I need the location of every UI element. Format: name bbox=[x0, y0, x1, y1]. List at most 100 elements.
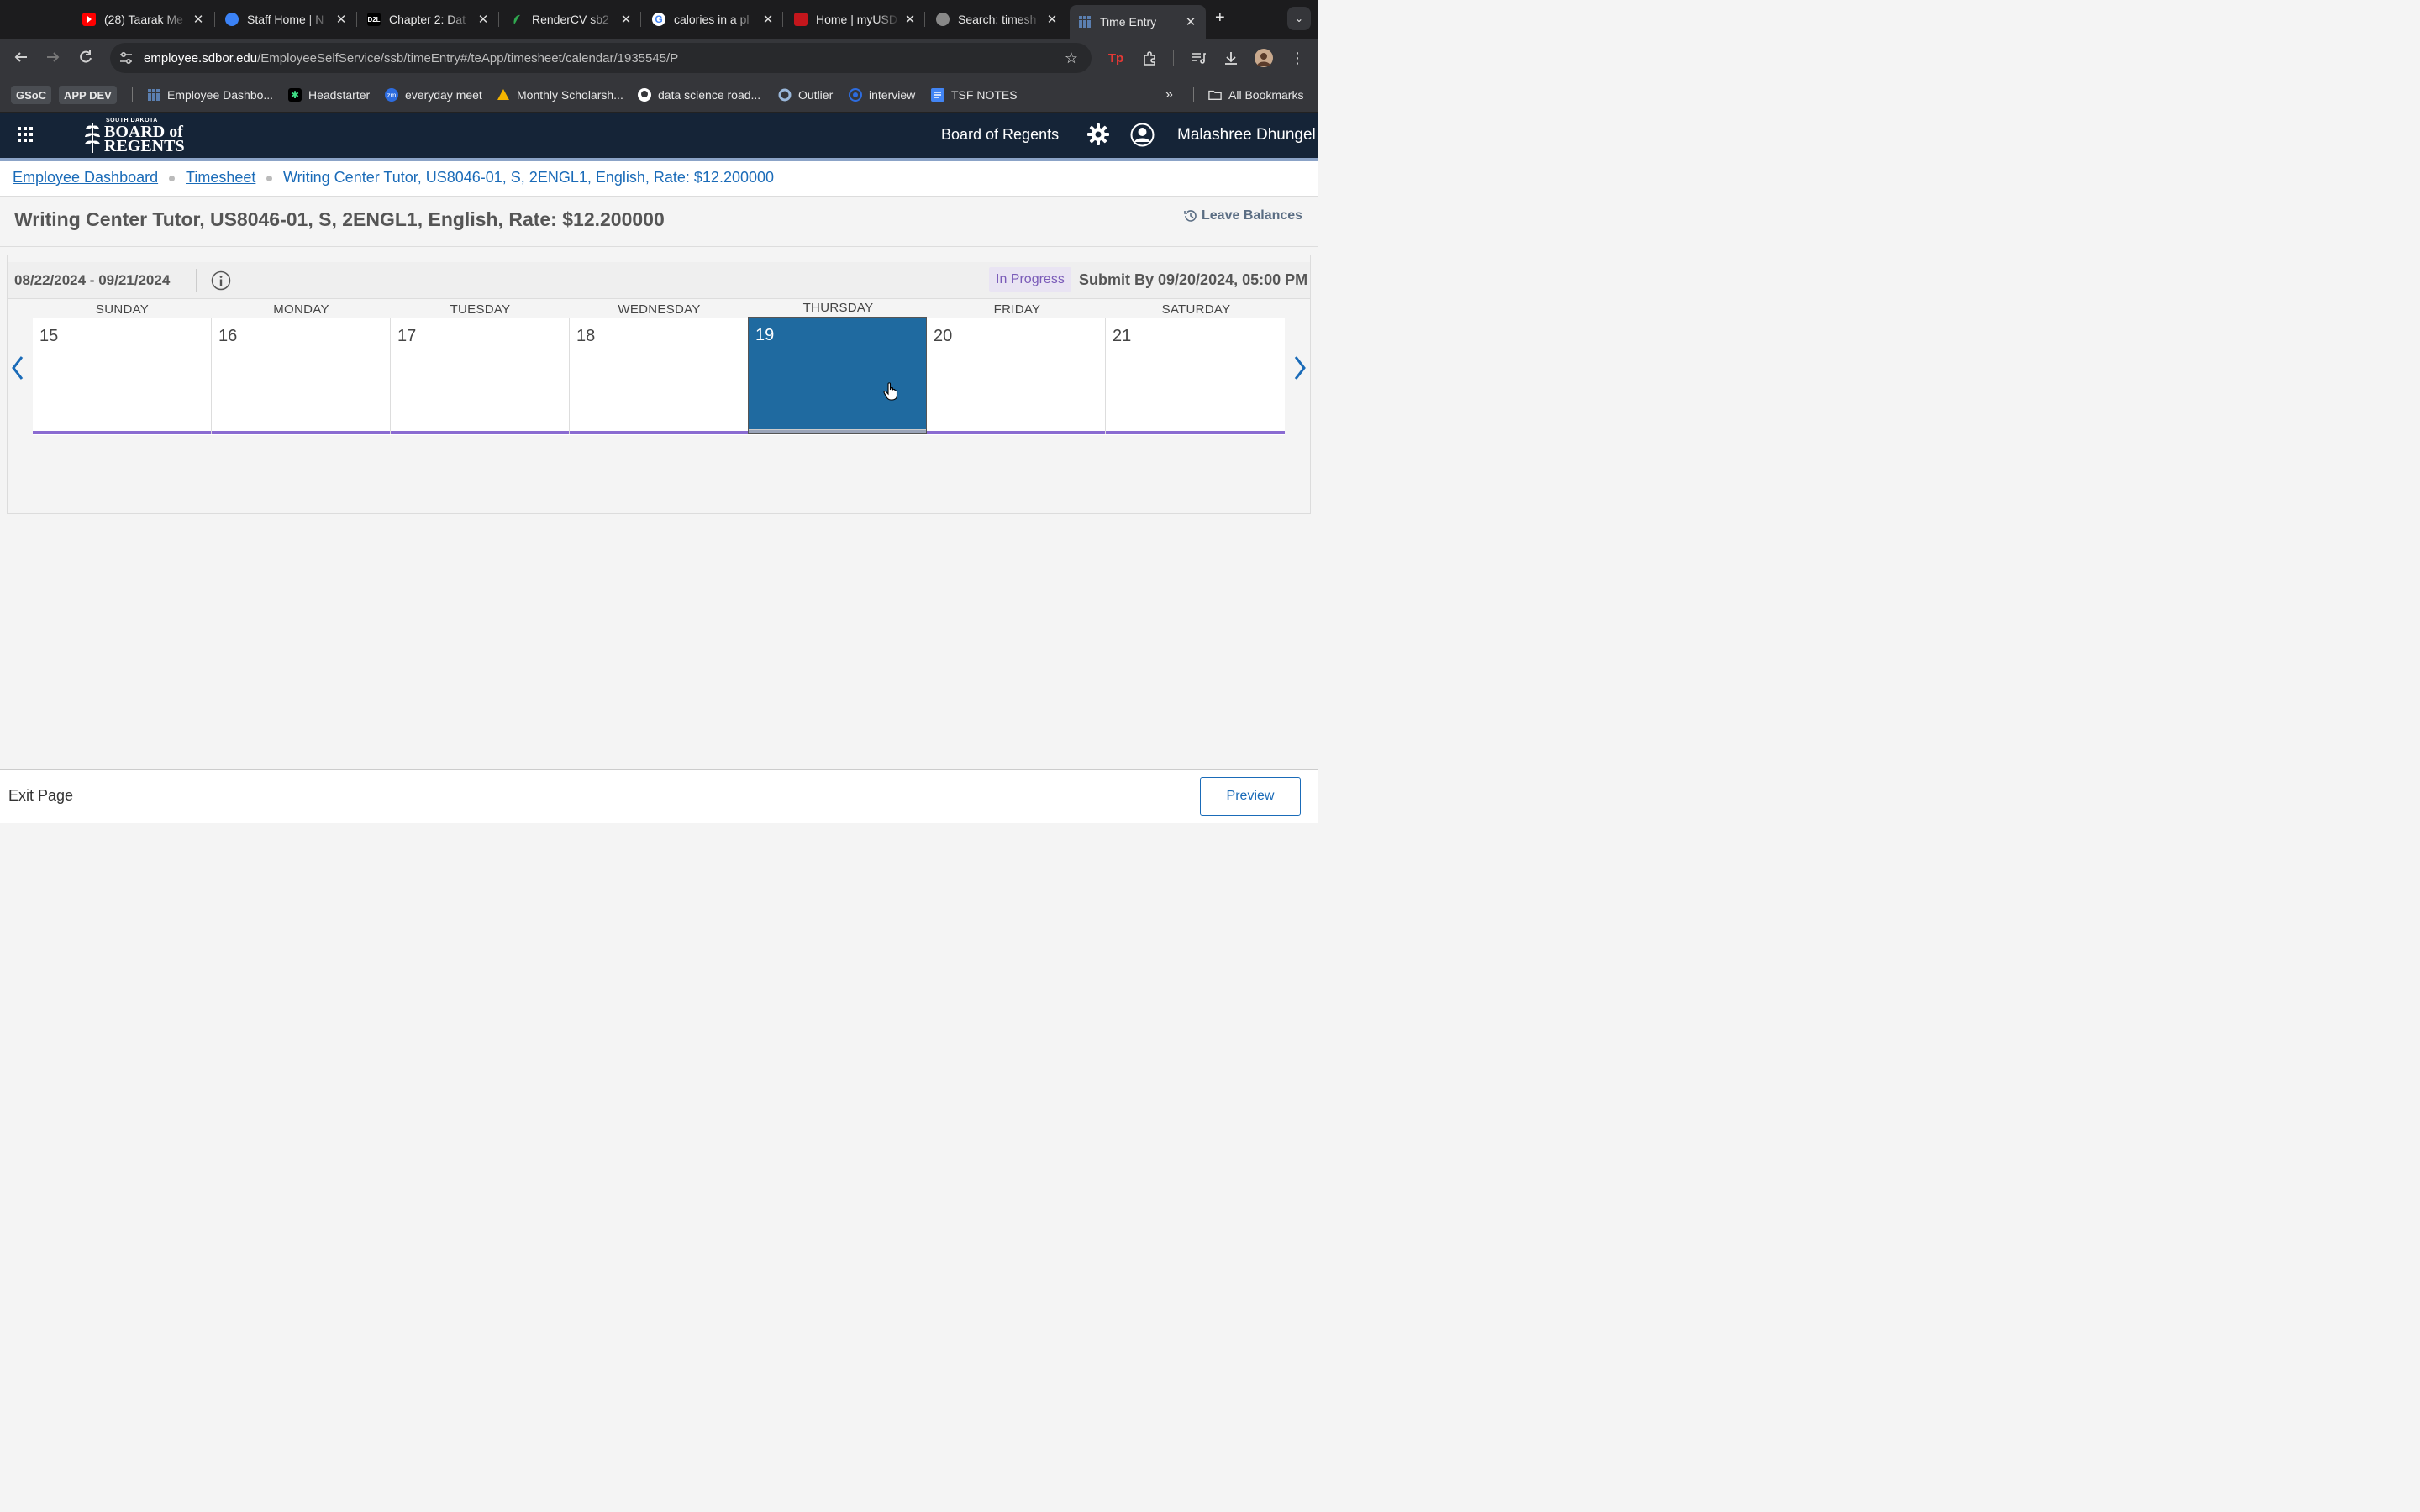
browser-tab-active[interactable]: Time Entry ✕ bbox=[1070, 5, 1206, 39]
bookmark-item[interactable]: ✱ Headstarter bbox=[288, 87, 370, 103]
bookmark-separator bbox=[1193, 87, 1194, 102]
chevron-down-icon[interactable]: ⌄ bbox=[1287, 7, 1311, 30]
tab-separator bbox=[214, 12, 215, 27]
toolbar-divider bbox=[1173, 50, 1174, 66]
close-icon[interactable]: ✕ bbox=[1184, 14, 1197, 29]
close-icon[interactable]: ✕ bbox=[334, 12, 348, 27]
sdbor-logo[interactable]: SOUTH DAKOTA BOARD of REGENTS bbox=[82, 116, 192, 155]
reload-icon[interactable] bbox=[77, 49, 94, 70]
weekday-header: SATURDAY bbox=[1161, 302, 1231, 317]
extensions-puzzle-icon[interactable] bbox=[1140, 49, 1159, 67]
close-icon[interactable]: ✕ bbox=[619, 12, 633, 27]
close-icon[interactable]: ✕ bbox=[903, 12, 917, 27]
app-header: SOUTH DAKOTA BOARD of REGENTS Board of R… bbox=[0, 113, 1318, 158]
new-tab-icon[interactable]: + bbox=[1215, 8, 1225, 28]
site-settings-icon[interactable] bbox=[118, 50, 134, 66]
extension-tp-icon[interactable]: Tp bbox=[1107, 49, 1125, 67]
day-status-bar bbox=[391, 431, 569, 434]
app-menu-grid-icon[interactable] bbox=[18, 127, 33, 142]
history-clock-icon bbox=[1184, 210, 1197, 222]
url-path: /EmployeeSelfService/ssb/timeEntry#/teAp… bbox=[257, 50, 679, 66]
tab-title: Staff Home | N bbox=[247, 13, 324, 26]
bookmark-chip[interactable]: APP DEV bbox=[59, 86, 117, 104]
info-icon[interactable] bbox=[211, 270, 231, 291]
bookmark-item[interactable]: data science road... bbox=[638, 87, 760, 103]
next-week-arrow-icon[interactable] bbox=[1292, 354, 1308, 381]
browser-tab[interactable]: Staff Home | N ✕ bbox=[225, 7, 348, 32]
tab-title: Search: timesh bbox=[958, 13, 1037, 26]
close-icon[interactable]: ✕ bbox=[476, 12, 490, 27]
bookmark-label: Employee Dashbo... bbox=[167, 88, 274, 102]
browser-tab[interactable]: RenderCV sb2 ✕ bbox=[510, 7, 633, 32]
calendar-week: 15 16 17 18 19 20 21 bbox=[33, 317, 1285, 435]
day-number: 21 bbox=[1113, 327, 1132, 345]
bookmark-item[interactable]: Outlier bbox=[778, 87, 833, 103]
tab-title: Home | myUSD bbox=[816, 13, 897, 26]
forward-arrow-icon[interactable] bbox=[45, 49, 61, 70]
calendar-day[interactable]: 20 bbox=[927, 318, 1106, 434]
tab-separator bbox=[356, 12, 357, 27]
weekday-header: FRIDAY bbox=[993, 302, 1041, 317]
calendar-day[interactable]: 15 bbox=[33, 318, 212, 434]
outlier-icon bbox=[778, 88, 792, 102]
url-host: employee.sdbor.edu bbox=[144, 50, 258, 66]
calendar-day[interactable]: 18 bbox=[570, 318, 749, 434]
bookmark-item[interactable]: zm everyday meet bbox=[385, 87, 482, 103]
tab-title: calories in a pl bbox=[674, 13, 750, 26]
leave-balances-link[interactable]: Leave Balances bbox=[1183, 208, 1302, 223]
preview-button[interactable]: Preview bbox=[1200, 777, 1301, 816]
bookmark-item[interactable]: TSF NOTES bbox=[931, 87, 1018, 103]
calendar-day[interactable]: 21 bbox=[1106, 318, 1285, 434]
calendar-day[interactable]: 16 bbox=[212, 318, 391, 434]
user-avatar-icon[interactable] bbox=[1130, 123, 1155, 147]
weekday-header: TUESDAY bbox=[450, 302, 511, 317]
breadcrumb: Employee Dashboard Timesheet Writing Cen… bbox=[0, 161, 1318, 197]
back-arrow-icon[interactable] bbox=[13, 49, 29, 70]
day-status-bar bbox=[33, 431, 211, 434]
gear-icon[interactable] bbox=[1087, 123, 1109, 145]
tab-title: (28) Taarak Me bbox=[104, 13, 183, 26]
browser-menu-icon[interactable]: ⋮ bbox=[1288, 49, 1307, 67]
close-icon[interactable]: ✕ bbox=[192, 12, 205, 27]
tab-separator bbox=[924, 12, 925, 27]
weekday-headers: SUNDAY MONDAY TUESDAY WEDNESDAY THURSDAY… bbox=[33, 299, 1285, 318]
close-icon[interactable]: ✕ bbox=[761, 12, 775, 27]
day-number: 18 bbox=[576, 327, 596, 345]
bookmark-label: Monthly Scholarsh... bbox=[517, 88, 623, 102]
logo-text: REGENTS bbox=[104, 137, 185, 155]
calendar-day[interactable]: 17 bbox=[391, 318, 570, 434]
browser-tab[interactable]: D2L Chapter 2: Dat ✕ bbox=[367, 7, 490, 32]
bookmark-item[interactable]: Employee Dashbo... bbox=[147, 87, 273, 103]
address-bar[interactable]: employee.sdbor.edu/EmployeeSelfService/s… bbox=[110, 43, 1092, 73]
browser-tab[interactable]: Home | myUSD ✕ bbox=[794, 7, 917, 32]
all-bookmarks-label: All Bookmarks bbox=[1228, 88, 1304, 102]
browser-tab[interactable]: G calories in a pl ✕ bbox=[652, 7, 775, 32]
pay-period-range: 08/22/2024 - 09/21/2024 bbox=[14, 272, 171, 288]
bookmark-item[interactable]: interview bbox=[849, 87, 915, 103]
browser-toolbar: employee.sdbor.edu/EmployeeSelfService/s… bbox=[0, 39, 1318, 77]
bookmark-chip[interactable]: GSoC bbox=[11, 86, 52, 104]
institution-name[interactable]: Board of Regents bbox=[941, 126, 1059, 144]
more-bookmarks-icon[interactable]: » bbox=[1165, 87, 1173, 103]
user-name[interactable]: Malashree Dhungel bbox=[1177, 126, 1316, 144]
media-controls-icon[interactable] bbox=[1189, 49, 1207, 67]
breadcrumb-timesheet[interactable]: Timesheet bbox=[186, 169, 255, 186]
browser-tab[interactable]: (28) Taarak Me ✕ bbox=[82, 7, 205, 32]
folder-icon bbox=[1208, 88, 1222, 102]
download-icon[interactable] bbox=[1222, 49, 1240, 67]
exit-page-link[interactable]: Exit Page bbox=[8, 787, 73, 805]
timesheet-panel: 08/22/2024 - 09/21/2024 In Progress Subm… bbox=[7, 255, 1311, 514]
breadcrumb-separator bbox=[266, 176, 272, 181]
bookmark-star-icon[interactable]: ☆ bbox=[1065, 50, 1078, 67]
calendar-day-selected[interactable]: 19 bbox=[748, 317, 927, 434]
all-bookmarks[interactable]: All Bookmarks bbox=[1208, 87, 1303, 103]
usd-icon bbox=[794, 13, 808, 26]
tab-title: Time Entry bbox=[1100, 15, 1157, 29]
bookmark-label: interview bbox=[869, 88, 916, 102]
browser-tab[interactable]: Search: timesh ✕ bbox=[936, 7, 1059, 32]
breadcrumb-employee-dashboard[interactable]: Employee Dashboard bbox=[13, 169, 158, 186]
profile-avatar-icon[interactable] bbox=[1255, 49, 1273, 67]
close-icon[interactable]: ✕ bbox=[1045, 12, 1059, 27]
previous-week-arrow-icon[interactable] bbox=[9, 354, 26, 381]
bookmark-item[interactable]: Monthly Scholarsh... bbox=[497, 87, 623, 103]
